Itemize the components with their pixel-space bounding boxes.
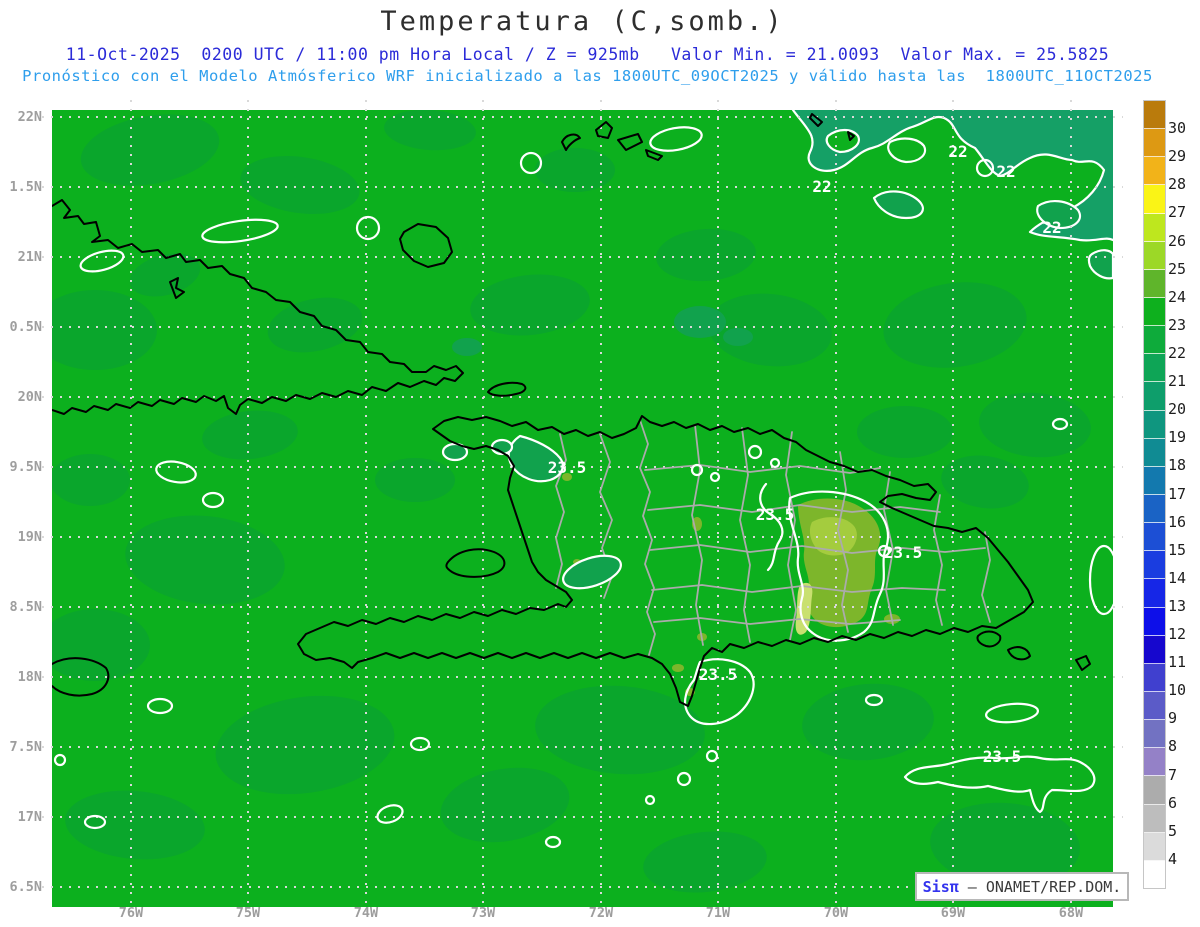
colorbar-tick-label: 18 <box>1168 456 1187 475</box>
colorbar-segment <box>1144 213 1165 242</box>
colorbar-tick-label: 26 <box>1168 231 1187 250</box>
colorbar-segment <box>1144 860 1165 888</box>
colorbar-tick-label: 27 <box>1168 203 1187 222</box>
lat-tick-label: 21N <box>17 249 42 265</box>
lat-tick-label: 6.5N <box>9 879 42 895</box>
contour-value-label: 22 <box>996 162 1015 181</box>
lon-tick-label: 68W <box>1058 905 1084 921</box>
map-canvas: 22 22 22 22 23.5 23.5 23.5 23.5 23.5 <box>42 100 1123 917</box>
lon-tick-label: 74W <box>353 905 379 921</box>
colorbar-segment <box>1144 129 1165 158</box>
colorbar-segment <box>1144 748 1165 777</box>
colorbar-segment <box>1144 551 1165 580</box>
colorbar-segment <box>1144 579 1165 608</box>
contour-value-label: 23.5 <box>884 543 923 562</box>
contour-value-label: 23.5 <box>699 665 738 684</box>
colorbar-segment <box>1144 157 1165 186</box>
lat-tick-label: 17N <box>17 809 42 825</box>
subtitle-model: Pronóstico con el Modelo Atmósferico WRF… <box>22 67 1153 85</box>
contour-value-label: 23.5 <box>756 505 795 524</box>
lat-tick-label: 19N <box>17 529 42 545</box>
sea-field <box>52 110 1113 907</box>
lon-tick-label: 69W <box>940 905 966 921</box>
colorbar-segment <box>1144 354 1165 383</box>
colorbar-segment <box>1144 663 1165 692</box>
colorbar-tick-label: 4 <box>1168 849 1178 868</box>
colorbar-tick-label: 15 <box>1168 540 1187 559</box>
colorbar-segment <box>1144 776 1165 805</box>
colorbar-tick-label: 9 <box>1168 709 1178 728</box>
contour-value-label: 22 <box>1042 218 1061 237</box>
lon-tick-label: 71W <box>705 905 731 921</box>
colorbar-tick-label: 11 <box>1168 653 1187 672</box>
colorbar-tick-label: 12 <box>1168 625 1187 644</box>
colorbar-segment <box>1144 269 1165 298</box>
colorbar-tick-label: 23 <box>1168 315 1187 334</box>
colorbar-segment <box>1144 438 1165 467</box>
colorbar-segment <box>1144 720 1165 749</box>
temperature-field <box>52 110 1113 907</box>
colorbar <box>1143 100 1166 889</box>
colorbar-segment <box>1144 635 1165 664</box>
lat-tick-label: 9.5N <box>9 459 42 475</box>
colorbar-tick-label: 5 <box>1168 821 1178 840</box>
lon-tick-label: 75W <box>235 905 261 921</box>
colorbar-segment <box>1144 101 1165 130</box>
colorbar-tick-label: 14 <box>1168 568 1187 587</box>
contour-value-label: 23.5 <box>983 747 1022 766</box>
colorbar-tick-label: 13 <box>1168 596 1187 615</box>
lat-tick-label: 8.5N <box>9 599 42 615</box>
lon-tick-label: 70W <box>823 905 849 921</box>
subtitle-datetime: 11-Oct-2025 0200 UTC / 11:00 pm Hora Loc… <box>65 45 1110 64</box>
colorbar-tick-label: 29 <box>1168 147 1187 166</box>
sispi-logo-text: Sisπ <box>922 877 959 896</box>
colorbar-segment <box>1144 410 1165 439</box>
colorbar-tick-label: 6 <box>1168 793 1178 812</box>
colorbar-tick-label: 19 <box>1168 428 1187 447</box>
colorbar-tick-label: 25 <box>1168 259 1187 278</box>
contour-value-label: 23.5 <box>548 458 587 477</box>
colorbar-segment <box>1144 494 1165 524</box>
lat-tick-label: 22N <box>17 109 42 125</box>
colorbar-tick-label: 10 <box>1168 681 1187 700</box>
colorbar-tick-label: 7 <box>1168 765 1178 784</box>
lon-tick-label: 73W <box>470 905 496 921</box>
contour-value-label: 22 <box>812 177 831 196</box>
onamet-watermark: Sisπ – ONAMET/REP.DOM. <box>915 872 1129 901</box>
colorbar-tick-label: 16 <box>1168 512 1187 531</box>
weather-map-page: Temperatura (C,somb.) 11-Oct-2025 0200 U… <box>0 0 1200 927</box>
watermark-text: – ONAMET/REP.DOM. <box>958 877 1122 896</box>
lon-tick-label: 76W <box>118 905 144 921</box>
colorbar-tick-label: 17 <box>1168 484 1187 503</box>
colorbar-segment <box>1144 691 1165 721</box>
colorbar-tick-label: 30 <box>1168 119 1187 138</box>
colorbar-tick-label: 24 <box>1168 287 1187 306</box>
lat-tick-label: 7.5N <box>9 739 42 755</box>
colorbar-tick-label: 22 <box>1168 343 1187 362</box>
lat-tick-label: 1.5N <box>9 179 42 195</box>
colorbar-segment <box>1144 804 1165 833</box>
colorbar-segment <box>1144 832 1165 861</box>
colorbar-tick-label: 21 <box>1168 372 1187 391</box>
colorbar-segment <box>1144 466 1165 495</box>
colorbar-segment <box>1144 382 1165 411</box>
colorbar-tick-label: 8 <box>1168 737 1178 756</box>
lat-tick-label: 0.5N <box>9 319 42 335</box>
colorbar-segment <box>1144 326 1165 355</box>
page-title: Temperatura (C,somb.) <box>380 6 785 37</box>
colorbar-segment <box>1144 607 1165 636</box>
lat-tick-label: 20N <box>17 389 42 405</box>
colorbar-segment <box>1144 523 1165 552</box>
colorbar-segment <box>1144 185 1165 214</box>
lat-tick-label: 18N <box>17 669 42 685</box>
colorbar-segment <box>1144 241 1165 270</box>
colorbar-segment <box>1144 297 1165 327</box>
colorbar-tick-label: 20 <box>1168 400 1187 419</box>
contour-value-label: 22 <box>948 142 967 161</box>
lon-tick-label: 72W <box>588 905 614 921</box>
colorbar-tick-label: 28 <box>1168 175 1187 194</box>
